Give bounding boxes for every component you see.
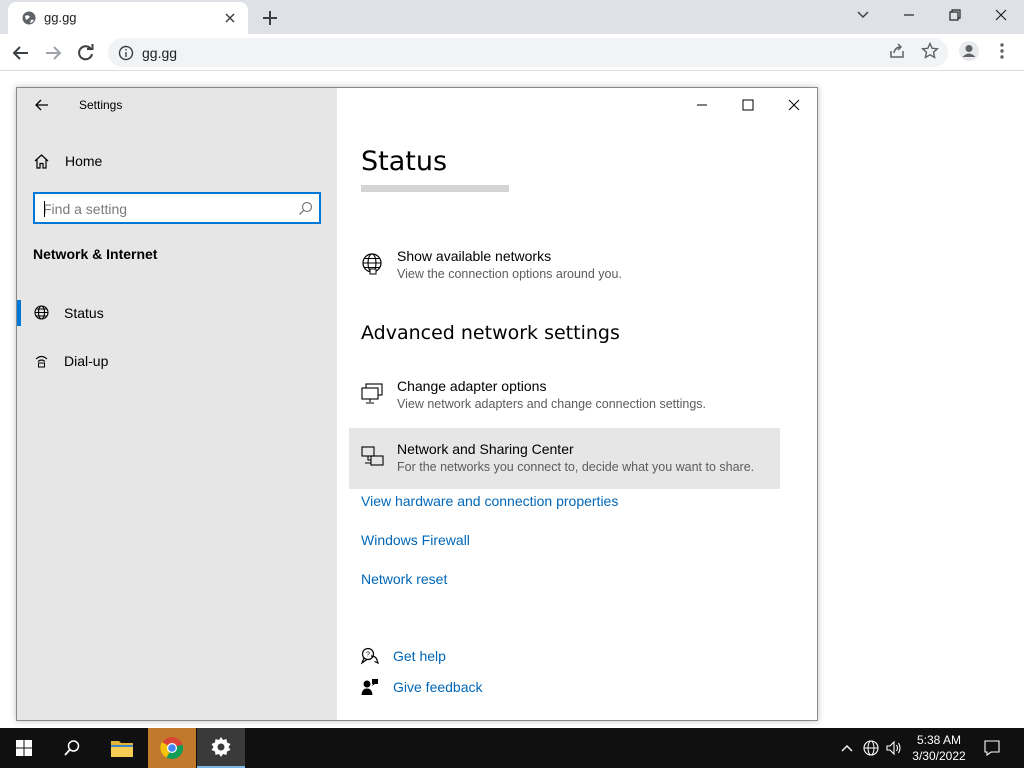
selected-indicator bbox=[17, 300, 21, 326]
tray-volume-icon[interactable] bbox=[884, 738, 904, 758]
windows-logo-icon bbox=[16, 740, 32, 756]
nav-item-status[interactable]: Status bbox=[17, 298, 337, 328]
adapter-monitor-icon bbox=[361, 382, 385, 411]
adapter-desc: View network adapters and change connect… bbox=[397, 397, 706, 411]
browser-menu-icon[interactable] bbox=[990, 39, 1014, 63]
taskbar-clock[interactable]: 5:38 AM 3/30/2022 bbox=[905, 732, 973, 764]
settings-back-arrow-icon[interactable] bbox=[33, 96, 51, 114]
get-help-label: Get help bbox=[393, 648, 446, 664]
globe-icon bbox=[33, 304, 50, 326]
sharing-center-icon bbox=[361, 445, 385, 474]
browser-tabstrip: gg.gg bbox=[0, 0, 1024, 34]
network-sharing-center[interactable]: Network and Sharing Center For the netwo… bbox=[361, 441, 781, 485]
adapter-title: Change adapter options bbox=[397, 378, 547, 394]
give-feedback-label: Give feedback bbox=[393, 679, 483, 695]
search-icon[interactable] bbox=[298, 201, 313, 221]
settings-maximize-button[interactable] bbox=[733, 94, 763, 116]
settings-window: Settings Home Network & Internet Status bbox=[16, 87, 818, 721]
hardware-properties-link[interactable]: View hardware and connection properties bbox=[361, 493, 618, 509]
nav-home[interactable]: Home bbox=[33, 151, 313, 173]
settings-minimize-button[interactable] bbox=[687, 94, 717, 116]
home-icon bbox=[33, 153, 50, 175]
help-chat-icon: ? bbox=[360, 647, 379, 670]
taskbar-search-icon[interactable] bbox=[48, 728, 96, 768]
taskbar: 5:38 AM 3/30/2022 bbox=[0, 728, 1024, 768]
show-networks-desc: View the connection options around you. bbox=[397, 267, 622, 281]
settings-app-title: Settings bbox=[79, 98, 123, 112]
show-available-networks[interactable]: Show available networks View the connect… bbox=[361, 248, 781, 292]
tab-title: gg.gg bbox=[44, 10, 77, 25]
tray-network-icon[interactable] bbox=[861, 738, 881, 758]
settings-taskbar-icon[interactable] bbox=[197, 728, 245, 768]
start-button[interactable] bbox=[0, 728, 48, 768]
reload-button[interactable] bbox=[73, 40, 99, 66]
browser-restore-button[interactable] bbox=[941, 4, 969, 26]
tray-chevron-up-icon[interactable] bbox=[837, 738, 857, 758]
windows-firewall-link[interactable]: Windows Firewall bbox=[361, 532, 470, 548]
nav-label-dialup: Dial-up bbox=[64, 353, 109, 369]
nav-item-dialup[interactable]: Dial-up bbox=[17, 346, 337, 376]
category-heading: Network & Internet bbox=[33, 246, 158, 262]
browser-tab[interactable]: gg.gg bbox=[8, 2, 248, 34]
network-globe-icon bbox=[361, 252, 385, 281]
back-button[interactable] bbox=[8, 40, 34, 66]
tab-close-icon[interactable] bbox=[222, 10, 238, 26]
new-tab-button[interactable] bbox=[258, 6, 282, 30]
settings-search-box[interactable] bbox=[33, 192, 321, 224]
sharing-title: Network and Sharing Center bbox=[397, 441, 574, 457]
globe-favicon-icon bbox=[22, 11, 36, 25]
loading-placeholder bbox=[361, 185, 509, 192]
address-bar[interactable]: gg.gg bbox=[108, 38, 948, 67]
page-title: Status bbox=[361, 146, 448, 177]
home-label: Home bbox=[65, 153, 103, 169]
chrome-taskbar-icon[interactable] bbox=[148, 728, 196, 768]
url-text: gg.gg bbox=[142, 45, 178, 61]
profile-avatar-icon[interactable] bbox=[957, 39, 981, 63]
clock-time: 5:38 AM bbox=[916, 733, 962, 747]
settings-content-pane: Status Show available networks View the … bbox=[337, 88, 817, 720]
file-explorer-icon[interactable] bbox=[98, 728, 146, 768]
share-icon[interactable] bbox=[885, 39, 909, 63]
action-center-icon[interactable] bbox=[982, 738, 1002, 758]
svg-text:?: ? bbox=[366, 652, 370, 659]
advanced-settings-heading: Advanced network settings bbox=[361, 322, 620, 344]
site-info-icon[interactable] bbox=[118, 45, 134, 66]
browser-minimize-button[interactable] bbox=[895, 4, 923, 26]
change-adapter-options[interactable]: Change adapter options View network adap… bbox=[361, 378, 781, 422]
show-networks-title: Show available networks bbox=[397, 248, 552, 264]
dialup-icon bbox=[33, 352, 50, 374]
browser-close-button[interactable] bbox=[987, 4, 1015, 26]
tab-search-chevron-icon[interactable] bbox=[849, 4, 877, 26]
text-caret bbox=[44, 201, 45, 217]
sharing-desc: For the networks you connect to, decide … bbox=[397, 460, 755, 474]
browser-toolbar: gg.gg bbox=[0, 34, 1024, 71]
settings-close-button[interactable] bbox=[779, 94, 809, 116]
settings-search-input[interactable] bbox=[43, 200, 291, 218]
forward-button[interactable] bbox=[40, 40, 66, 66]
clock-date: 3/30/2022 bbox=[912, 749, 966, 763]
feedback-person-icon bbox=[361, 678, 379, 701]
settings-nav-pane: Settings Home Network & Internet Status bbox=[17, 88, 337, 720]
bookmark-star-icon[interactable] bbox=[918, 39, 942, 63]
network-reset-link[interactable]: Network reset bbox=[361, 571, 447, 587]
nav-label-status: Status bbox=[64, 305, 104, 321]
